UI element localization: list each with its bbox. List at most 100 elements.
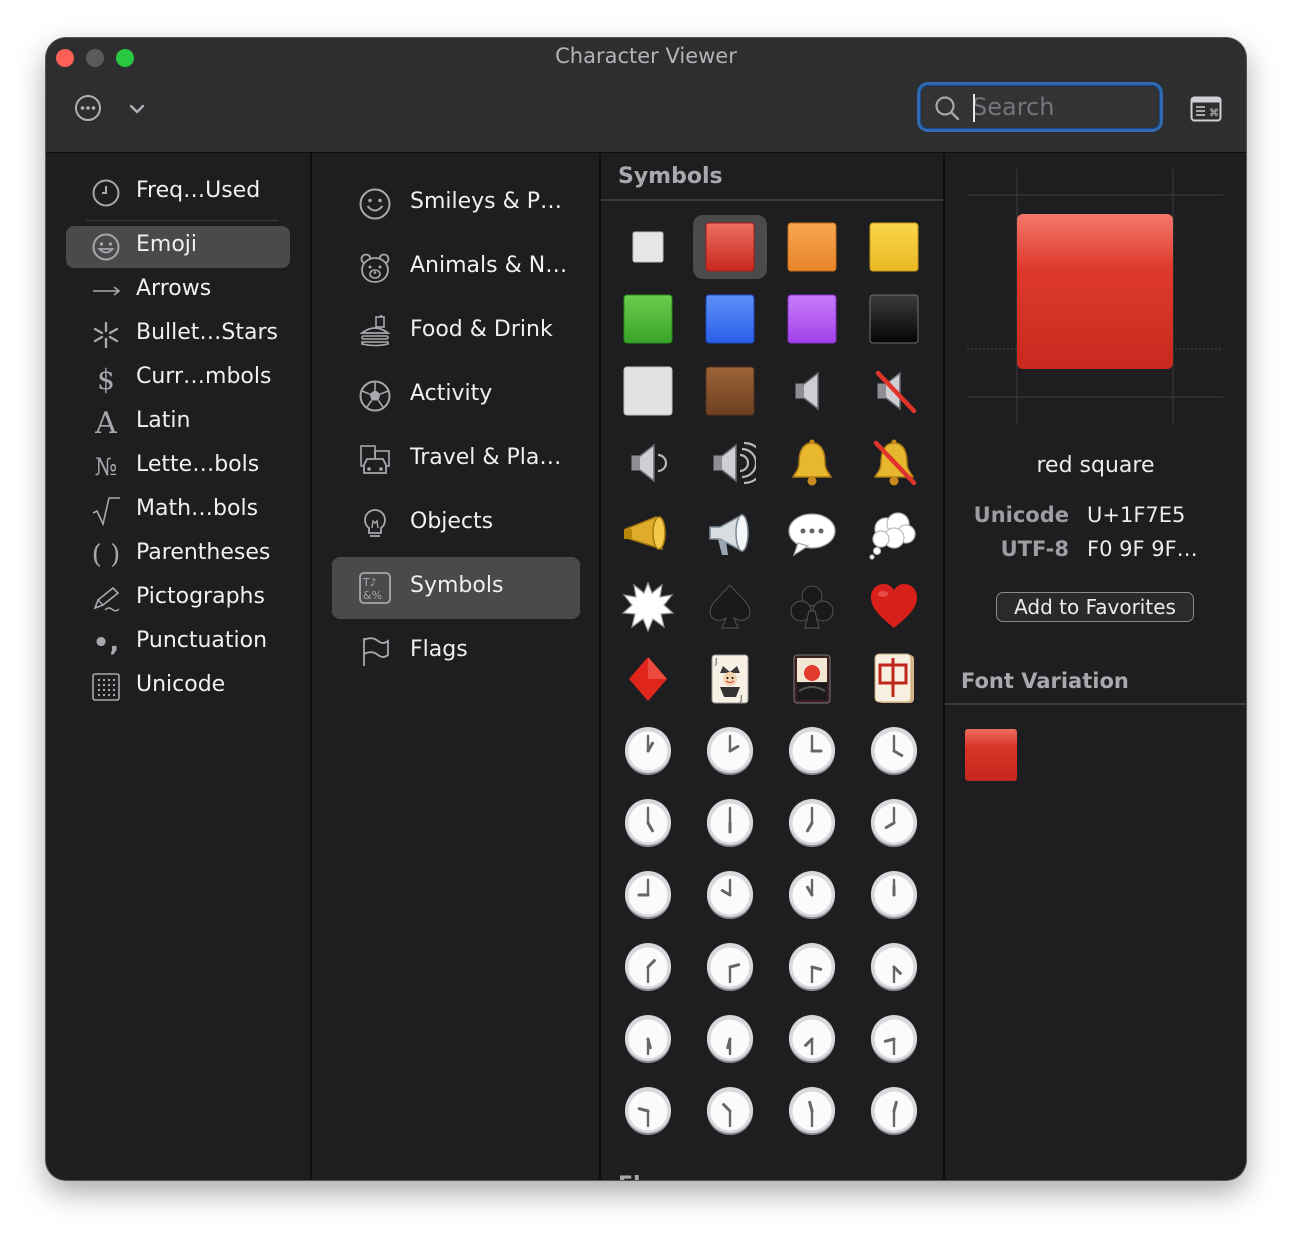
symbol-cell-clock-230[interactable]	[693, 935, 767, 999]
symbol-cell-loudspeaker[interactable]	[693, 503, 767, 567]
symbol-cell-clock-6[interactable]	[693, 791, 767, 855]
symbol-cell-purple-square[interactable]	[775, 287, 849, 351]
blue-square-icon	[705, 294, 755, 344]
clock-3-icon	[789, 727, 835, 775]
add-to-favorites-button[interactable]: Add to Favorites	[996, 592, 1194, 622]
sidebar-item-frequently-used[interactable]: Freq…Used	[66, 172, 290, 214]
symbol-cell-clock-10[interactable]	[693, 863, 767, 927]
svg-text:T♪: T♪	[362, 576, 377, 589]
utf8-value: F0 9F 9F…	[1087, 537, 1198, 561]
symbol-cell-yellow-square[interactable]	[857, 215, 931, 279]
symbol-cell-clock-830[interactable]	[857, 1007, 931, 1071]
sidebar-item-bullets-stars[interactable]: Bullet…Stars	[66, 314, 290, 356]
titlebar: Character Viewer Search ⌘	[46, 38, 1246, 153]
symbol-cell-speaker-high[interactable]	[693, 431, 767, 495]
symbol-cell-white-large-square[interactable]	[611, 359, 685, 423]
symbol-cell-clock-12[interactable]	[857, 863, 931, 927]
diamond-icon	[629, 657, 667, 701]
symbol-cell-clock-1[interactable]	[611, 719, 685, 783]
symbol-cell-clock-330[interactable]	[775, 935, 849, 999]
category-sidebar: Freq…Used Emoji Arrows Bullet…Stars $ Cu…	[46, 153, 312, 1180]
asterisk-icon	[90, 319, 122, 351]
symbol-cell-clock-11[interactable]	[775, 863, 849, 927]
symbol-cell-thought-balloon[interactable]	[857, 503, 931, 567]
unicode-label: Unicode	[973, 503, 1069, 527]
more-options-button[interactable]	[74, 94, 102, 122]
club-icon	[790, 585, 834, 629]
subcategory-objects[interactable]: Objects	[332, 493, 580, 555]
symbol-cell-clock-7[interactable]	[775, 791, 849, 855]
subcategory-smileys-people[interactable]: Smileys & P…	[332, 173, 580, 235]
symbol-cell-flower-card[interactable]	[775, 647, 849, 711]
symbol-cell-bell[interactable]	[775, 431, 849, 495]
sidebar-item-parentheses[interactable]: ( ) Parentheses	[66, 534, 290, 576]
symbol-cell-club[interactable]	[775, 575, 849, 639]
font-variation-red-square[interactable]	[965, 729, 1017, 781]
symbol-cell-red-square[interactable]	[693, 215, 767, 279]
mahjong-red-dragon-icon	[874, 653, 914, 703]
symbol-cell-clock-630[interactable]	[693, 1007, 767, 1071]
symbol-cell-clock-9[interactable]	[611, 863, 685, 927]
sidebar-item-pictographs[interactable]: Pictographs	[66, 578, 290, 620]
clock-830-icon	[871, 1015, 917, 1063]
symbol-cell-clock-1030[interactable]	[693, 1079, 767, 1143]
yellow-square-icon	[869, 222, 919, 272]
symbol-cell-speech-balloon[interactable]	[775, 503, 849, 567]
options-dropdown-button[interactable]	[126, 98, 148, 120]
subcategory-activity[interactable]: Activity	[332, 365, 580, 427]
symbol-cell-clock-930[interactable]	[611, 1079, 685, 1143]
utf8-label: UTF-8	[1000, 537, 1069, 561]
symbol-cell-brown-square[interactable]	[693, 359, 767, 423]
symbol-cell-mahjong-red-dragon[interactable]	[857, 647, 931, 711]
symbol-cell-speaker[interactable]	[775, 359, 849, 423]
subcategory-food-drink[interactable]: Food & Drink	[332, 301, 580, 363]
symbol-cell-anger-bubble[interactable]	[611, 575, 685, 639]
brown-square-icon	[705, 366, 755, 416]
square-root-icon	[90, 495, 122, 527]
clock-11-icon	[789, 871, 835, 919]
symbol-cell-clock-130[interactable]	[611, 935, 685, 999]
section-title: Symbols	[618, 164, 723, 189]
symbol-cell-diamond[interactable]	[611, 647, 685, 711]
symbol-cell-green-square[interactable]	[611, 287, 685, 351]
sidebar-item-math-symbols[interactable]: Math…bols	[66, 490, 290, 532]
sidebar-item-emoji[interactable]: Emoji	[66, 226, 290, 268]
sidebar-item-letterlike-symbols[interactable]: № Lette…bols	[66, 446, 290, 488]
subcategory-travel-places[interactable]: Travel & Pla…	[332, 429, 580, 491]
symbol-cell-white-square[interactable]	[611, 215, 685, 279]
symbol-cell-speaker-low[interactable]	[611, 431, 685, 495]
symbol-cell-clock-1130[interactable]	[775, 1079, 849, 1143]
subcategory-symbols[interactable]: T♪ &% Symbols	[332, 557, 580, 619]
black-square-icon	[869, 294, 919, 344]
symbol-cell-clock-2[interactable]	[693, 719, 767, 783]
sidebar-item-latin[interactable]: A Latin	[66, 402, 290, 444]
symbol-cell-orange-square[interactable]	[775, 215, 849, 279]
symbol-cell-clock-3[interactable]	[775, 719, 849, 783]
symbol-cell-spade[interactable]	[693, 575, 767, 639]
subcategory-flags[interactable]: Flags	[332, 621, 580, 683]
symbol-cell-clock-8[interactable]	[857, 791, 931, 855]
green-square-icon	[623, 294, 673, 344]
symbol-cell-blue-square[interactable]	[693, 287, 767, 351]
symbol-cell-clock-5[interactable]	[611, 791, 685, 855]
symbol-cell-black-square[interactable]	[857, 287, 931, 351]
symbol-cell-clock-530[interactable]	[611, 1007, 685, 1071]
clock-10-icon	[707, 871, 753, 919]
sidebar-item-punctuation[interactable]: •, Punctuation	[66, 622, 290, 664]
symbol-cell-joker[interactable]: JJ	[693, 647, 767, 711]
sidebar-item-unicode[interactable]: Unicode	[66, 666, 290, 708]
search-input[interactable]	[972, 91, 1152, 123]
symbol-cell-clock-430[interactable]	[857, 935, 931, 999]
symbol-cell-muted-speaker[interactable]	[857, 359, 931, 423]
subcategory-animals-nature[interactable]: Animals & N…	[332, 237, 580, 299]
symbol-cell-bell-slash[interactable]	[857, 431, 931, 495]
symbol-cell-clock-4[interactable]	[857, 719, 931, 783]
symbol-cell-heart[interactable]	[857, 575, 931, 639]
sidebar-item-arrows[interactable]: Arrows	[66, 270, 290, 312]
symbol-cell-clock-730[interactable]	[775, 1007, 849, 1071]
keyboard-viewer-button[interactable]: ⌘	[1190, 96, 1222, 122]
symbol-cell-megaphone[interactable]	[611, 503, 685, 567]
symbol-cell-clock-1230[interactable]	[857, 1079, 931, 1143]
sidebar-item-currency-symbols[interactable]: $ Curr…mbols	[66, 358, 290, 400]
search-field[interactable]	[917, 82, 1163, 132]
